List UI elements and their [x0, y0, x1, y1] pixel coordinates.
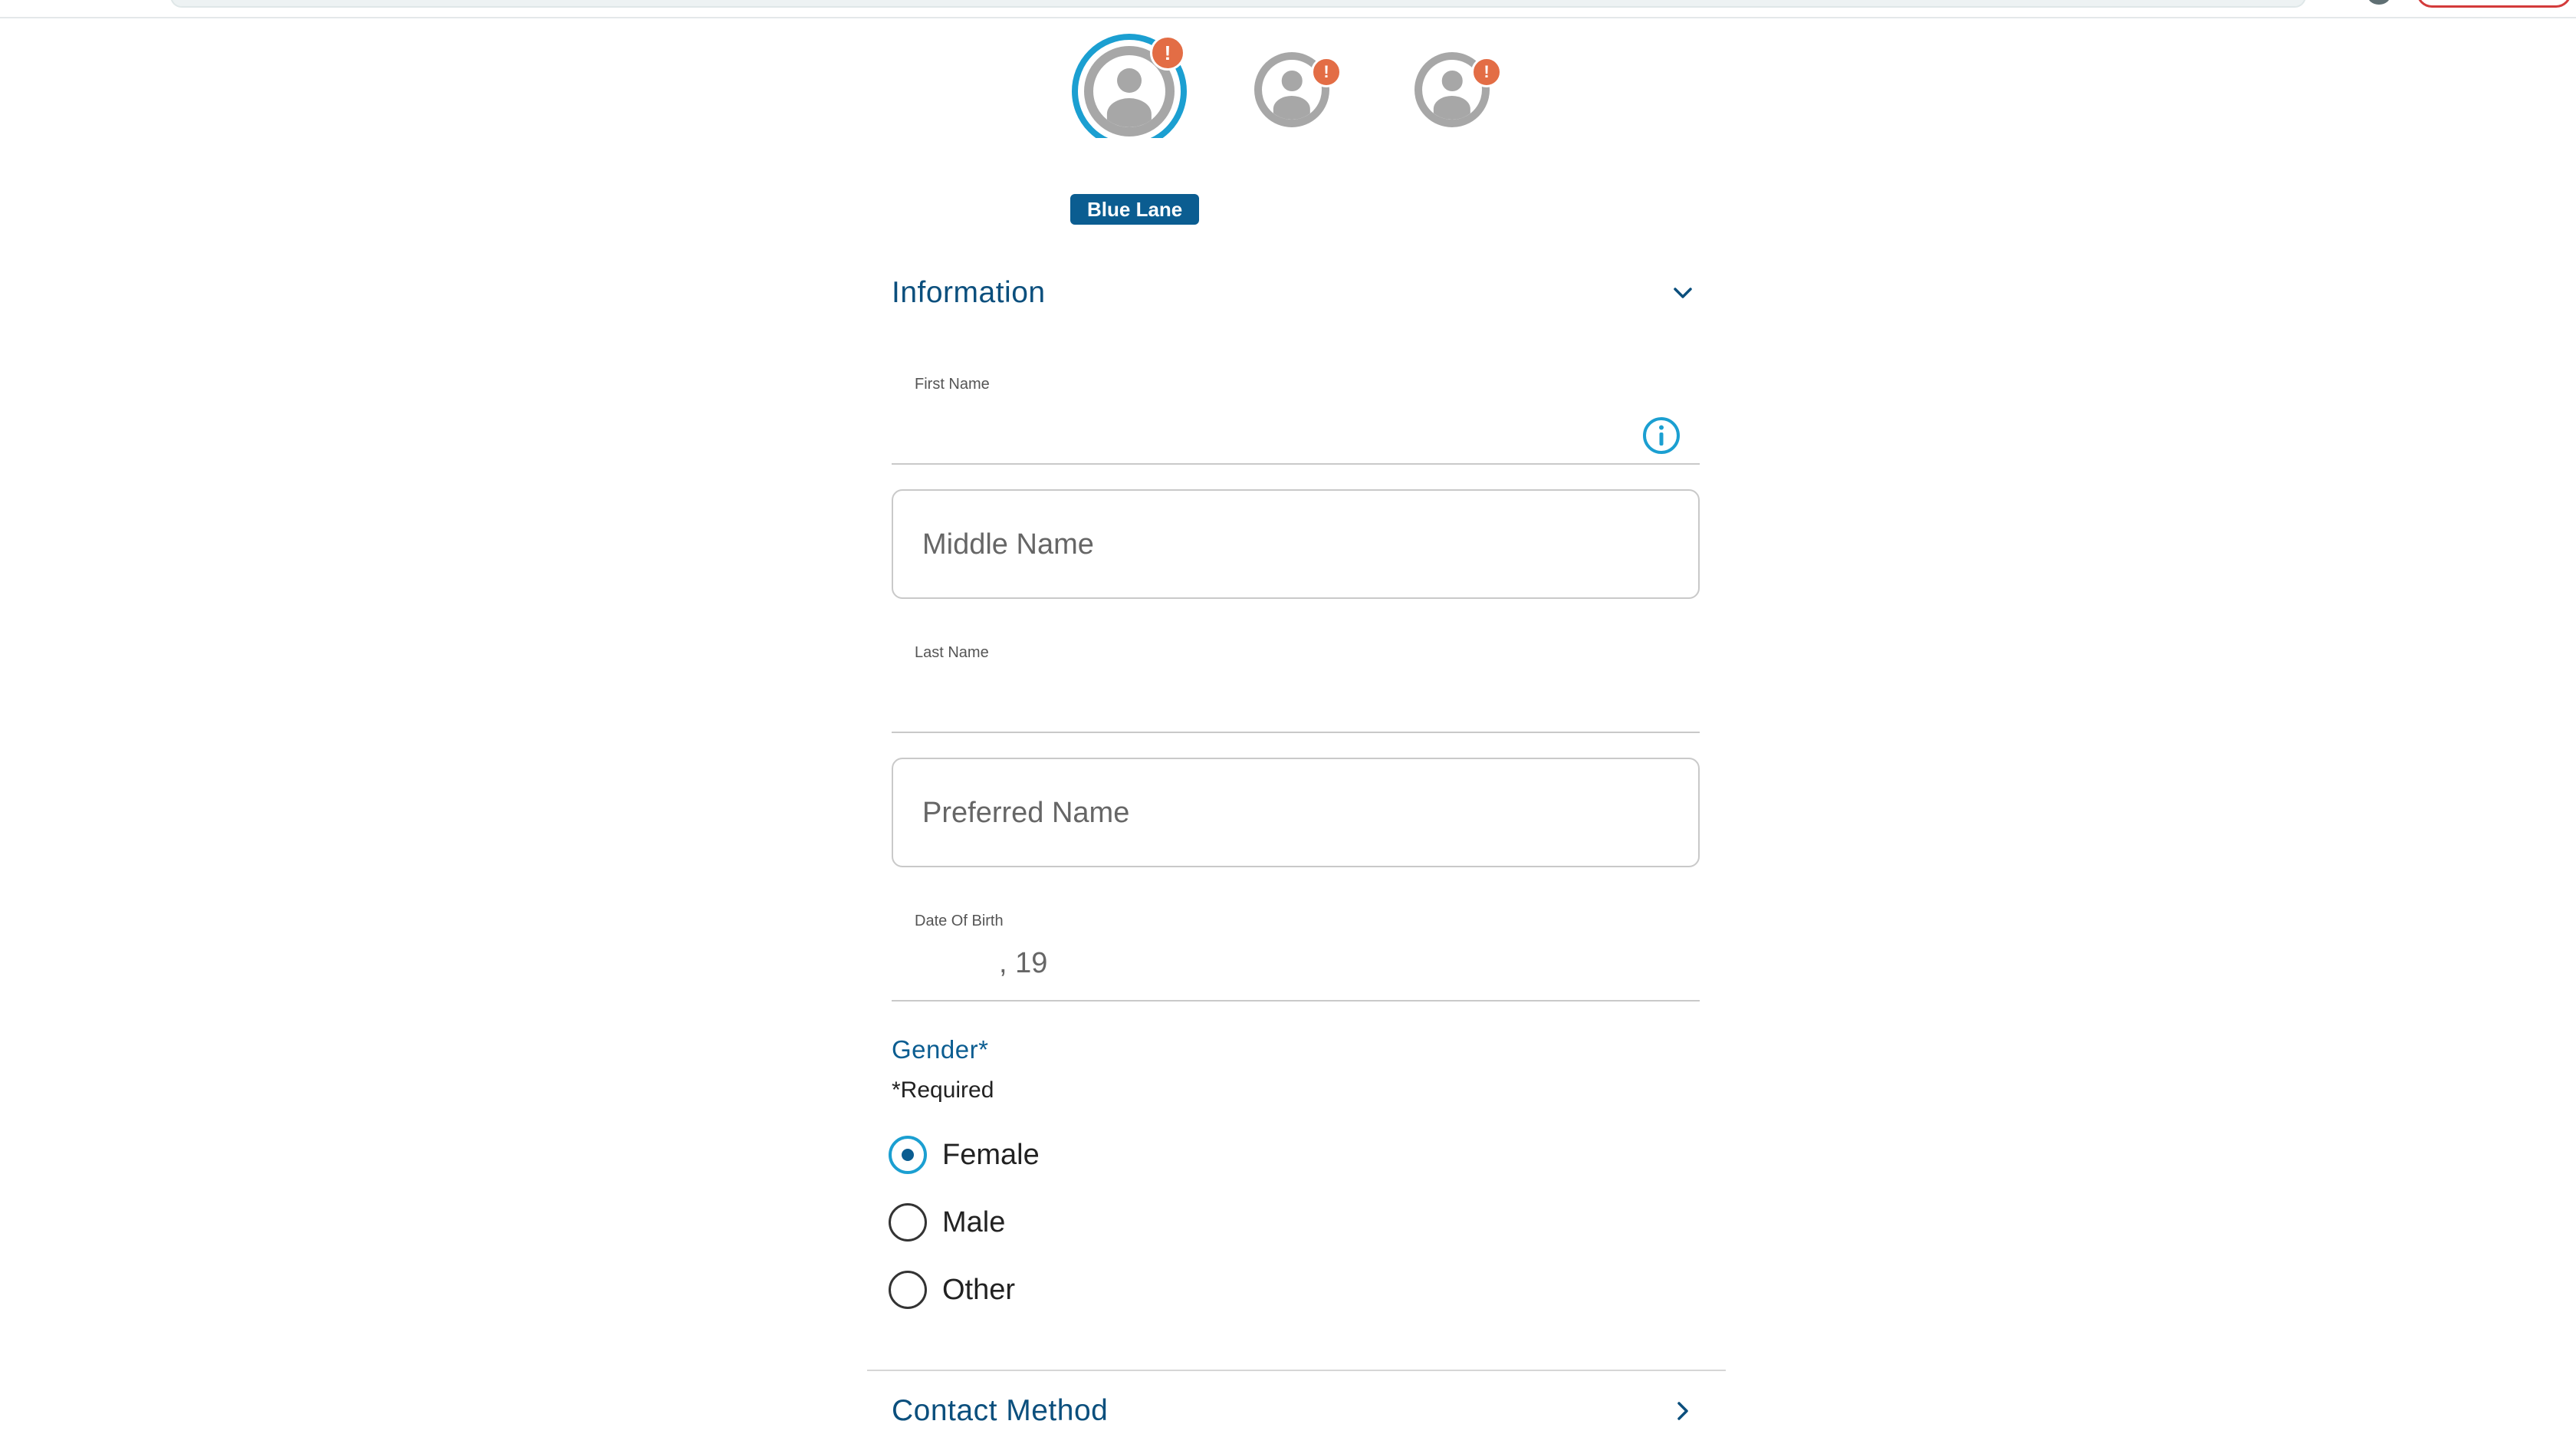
radio-button[interactable]: [889, 1203, 927, 1242]
last-name-field[interactable]: Last Name: [892, 617, 1700, 733]
date-of-birth-input[interactable]: [915, 940, 1689, 986]
first-name-field[interactable]: First Name: [892, 348, 1700, 465]
chevron-right-icon: [1677, 1402, 1688, 1420]
radio-label: Female: [942, 1139, 1040, 1171]
radio-label: Male: [942, 1206, 1006, 1238]
gender-option-female[interactable]: Female: [889, 1134, 1195, 1176]
required-note: *Required: [892, 1077, 994, 1103]
gender-label: Gender*: [892, 1035, 989, 1064]
account-avatar[interactable]: [2367, 0, 2390, 5]
chevron-down-icon: [1674, 288, 1692, 298]
gender-option-other[interactable]: Other: [889, 1269, 1195, 1311]
section-divider: [867, 1370, 1726, 1371]
information-title: Information: [892, 276, 1046, 309]
contact-method-title: Contact Method: [892, 1394, 1109, 1427]
contact-method-section-header[interactable]: Contact Method: [892, 1388, 1701, 1434]
preferred-name-input[interactable]: [922, 790, 1658, 836]
preferred-name-field[interactable]: [892, 758, 1700, 867]
middle-name-input[interactable]: [922, 521, 1658, 567]
radio-button[interactable]: [889, 1136, 927, 1174]
first-name-label: First Name: [915, 376, 990, 393]
date-of-birth-label: Date Of Birth: [915, 913, 1004, 929]
middle-name-field[interactable]: [892, 489, 1700, 599]
gender-option-male[interactable]: Male: [889, 1202, 1195, 1243]
last-name-label: Last Name: [915, 644, 989, 661]
information-section-header[interactable]: Information: [892, 270, 1701, 316]
traveler-form: Information First Name Last Name Date Of…: [867, 0, 1726, 1427]
last-name-input[interactable]: [915, 672, 1605, 718]
date-of-birth-field[interactable]: Date Of Birth: [892, 885, 1700, 1001]
info-circle-icon[interactable]: [1641, 416, 1681, 456]
radio-button[interactable]: [889, 1271, 927, 1309]
first-name-input[interactable]: [915, 403, 1605, 449]
radio-label: Other: [942, 1274, 1016, 1306]
header-button[interactable]: [2417, 0, 2571, 8]
